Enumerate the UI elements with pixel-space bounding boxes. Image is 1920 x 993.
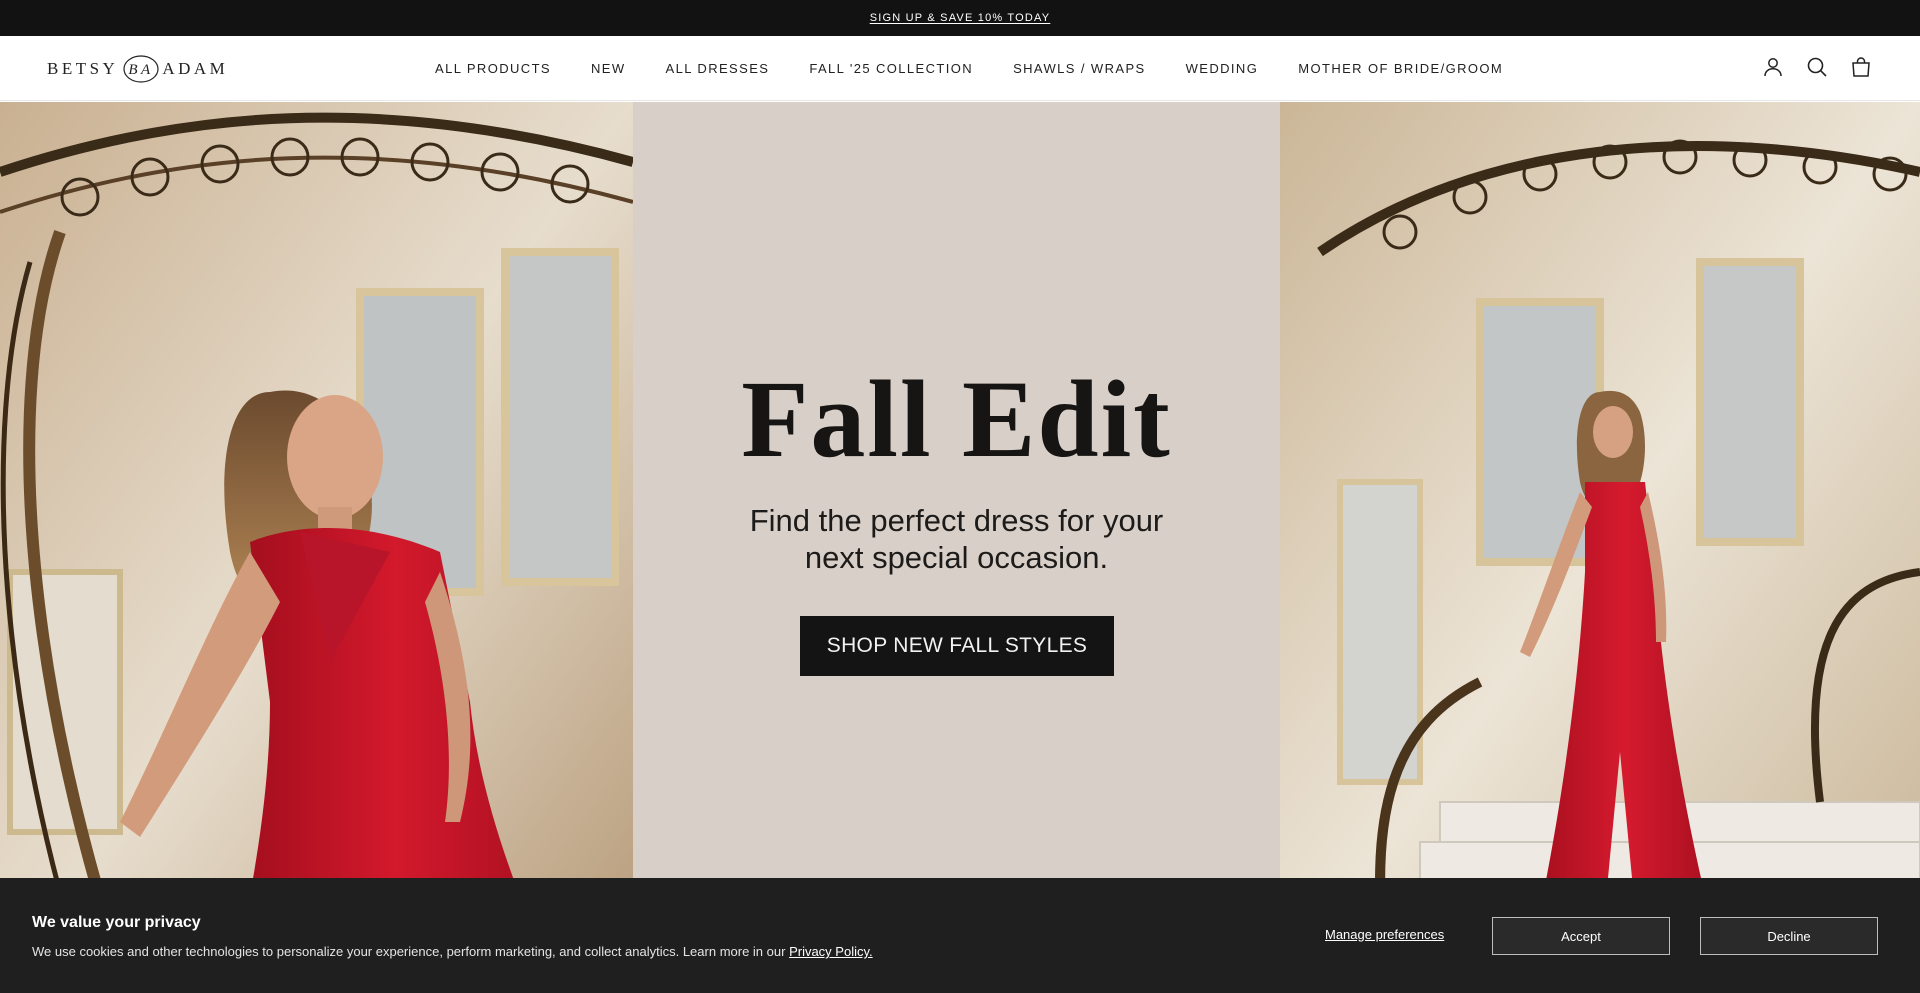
nav-new[interactable]: NEW (591, 61, 626, 76)
logo-text-left: BETSY (47, 59, 119, 78)
decline-cookies-button[interactable]: Decline (1700, 917, 1878, 955)
nav-mother-of-bride-groom[interactable]: MOTHER OF BRIDE/GROOM (1298, 61, 1503, 76)
hero-banner: Fall Edit Find the perfect dress for you… (0, 102, 1920, 993)
nav-fall-25-collection[interactable]: FALL '25 COLLECTION (809, 61, 973, 76)
announcement-bar: SIGN UP & SAVE 10% TODAY (0, 0, 1920, 36)
hero-image-right[interactable] (1280, 102, 1920, 993)
header-icons (1762, 56, 1872, 78)
nav-all-products[interactable]: ALL PRODUCTS (435, 61, 551, 76)
brand-logo[interactable]: BETSY BA ADAM (47, 54, 228, 84)
hero-title: Fall Edit (741, 358, 1172, 480)
accept-cookies-button[interactable]: Accept (1492, 917, 1670, 955)
logo-monogram: BA (123, 55, 159, 83)
cookie-banner: We value your privacy We use cookies and… (0, 878, 1920, 993)
cart-icon[interactable] (1850, 56, 1872, 78)
hero-subtitle-line-2: next special occasion. (804, 540, 1109, 575)
hero-subtitle-line-1: Find the perfect dress for your (749, 503, 1164, 538)
nav-shawls-wraps[interactable]: SHAWLS / WRAPS (1013, 61, 1146, 76)
nav-wedding[interactable]: WEDDING (1186, 61, 1259, 76)
manage-preferences-link[interactable]: Manage preferences (1325, 927, 1444, 942)
account-icon[interactable] (1762, 56, 1784, 78)
cookie-banner-text: We use cookies and other technologies to… (32, 944, 790, 959)
hero-image-left[interactable] (0, 102, 633, 993)
nav-all-dresses[interactable]: ALL DRESSES (666, 61, 770, 76)
logo-text-right: ADAM (162, 59, 229, 78)
site-header: BETSY BA ADAM ALL PRODUCTS NEW ALL DRESS… (0, 36, 1920, 101)
privacy-policy-link[interactable]: Privacy Policy. (789, 944, 873, 959)
cookie-banner-title: We value your privacy (32, 914, 201, 931)
search-icon[interactable] (1806, 56, 1828, 78)
hero-content: Fall Edit Find the perfect dress for you… (633, 102, 1280, 993)
announcement-link[interactable]: SIGN UP & SAVE 10% TODAY (870, 12, 1051, 24)
hero-subtitle: Find the perfect dress for your next spe… (633, 502, 1280, 576)
shop-new-fall-styles-button[interactable]: SHOP NEW FALL STYLES (800, 616, 1114, 676)
logo-monogram-text: BA (129, 62, 154, 78)
cookie-banner-body: We use cookies and other technologies to… (32, 944, 873, 959)
main-nav: ALL PRODUCTS NEW ALL DRESSES FALL '25 CO… (435, 36, 1503, 101)
